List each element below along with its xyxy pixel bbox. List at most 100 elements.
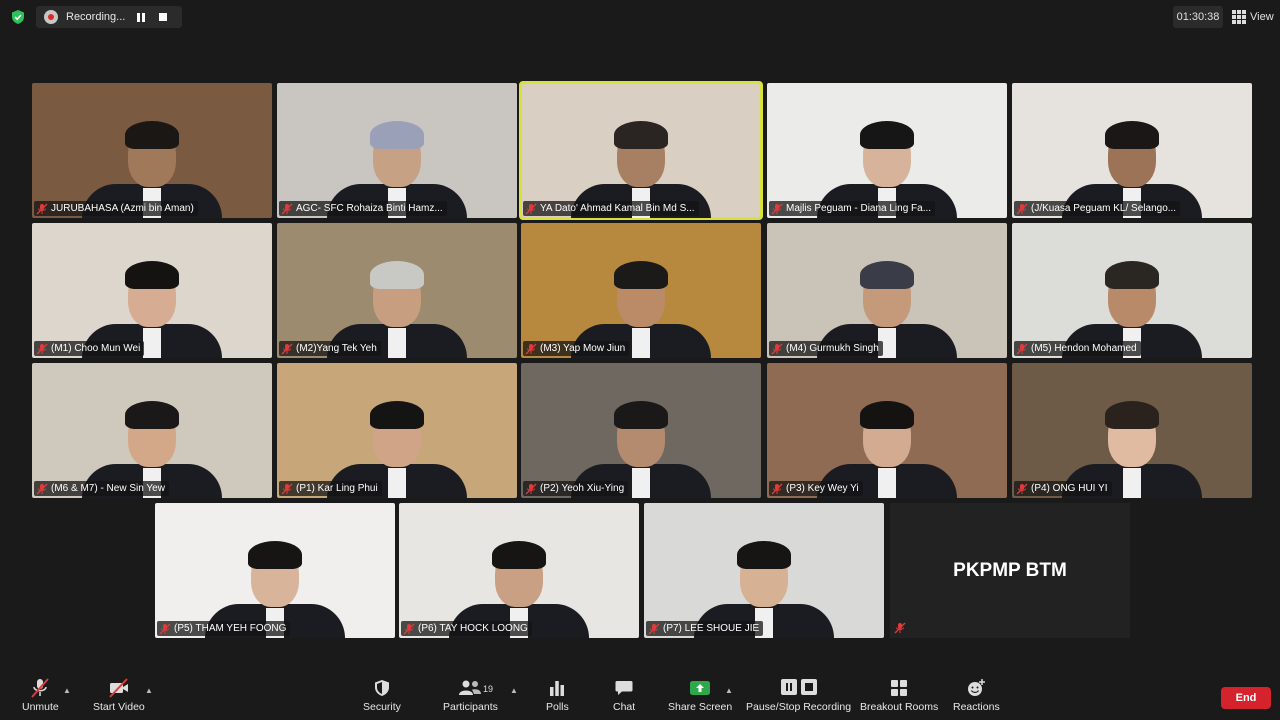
encryption-shield-icon[interactable]	[10, 9, 26, 25]
mic-muted-icon	[894, 622, 906, 634]
meeting-toolbar: Unmute ▲ Start Video ▲ Security Particip…	[0, 672, 1280, 720]
video-tile[interactable]: (P7) LEE SHOUE JIE	[644, 503, 884, 638]
participant-name: YA Dato' Ahmad Kamal Bin Md S...	[540, 203, 695, 214]
participant-name-tag: JURUBAHASA (Azmi bin Aman)	[34, 201, 198, 216]
share-screen-label: Share Screen	[668, 701, 733, 713]
participant-hair	[614, 401, 668, 429]
participant-video	[817, 223, 957, 358]
participant-hair	[860, 401, 914, 429]
participant-hair	[1105, 401, 1159, 429]
polls-icon	[550, 681, 565, 696]
participant-video	[1062, 83, 1202, 218]
reactions-label: Reactions	[953, 701, 1000, 713]
video-tile[interactable]: (P1) Kar Ling Phui	[277, 363, 517, 498]
video-tile[interactable]: (P4) ONG HUI YI	[1012, 363, 1252, 498]
video-tile[interactable]: (M5) Hendon Mohamed	[1012, 223, 1252, 358]
start-video-label: Start Video	[93, 701, 145, 713]
participant-name-tag: (M6 & M7) - New Sin Yew	[34, 481, 169, 496]
video-tile[interactable]: (M4) Gurmukh Singh	[767, 223, 1007, 358]
video-tile[interactable]: Majlis Peguam - Diana Ling Fa...	[767, 83, 1007, 218]
participant-video	[327, 83, 467, 218]
participant-video	[817, 83, 957, 218]
recording-dot-icon	[44, 10, 58, 24]
participant-video	[449, 503, 589, 638]
participant-name-tag: (P2) Yeoh Xiu-Ying	[523, 481, 629, 496]
video-tile[interactable]: YA Dato' Ahmad Kamal Bin Md S...	[519, 81, 763, 220]
participant-name-tag: (P4) ONG HUI YI	[1014, 481, 1112, 496]
participant-name: (M3) Yap Mow Jiun	[540, 343, 626, 354]
participant-name: (M6 & M7) - New Sin Yew	[51, 483, 165, 494]
security-button[interactable]: Security	[363, 678, 401, 713]
video-tile[interactable]: (J/Kuasa Peguam KL/ Selango...	[1012, 83, 1252, 218]
end-meeting-button[interactable]: End	[1221, 687, 1271, 709]
polls-button[interactable]: Polls	[546, 678, 569, 713]
video-tile[interactable]: (P3) Key Wey Yi	[767, 363, 1007, 498]
participant-name-tag: (M4) Gurmukh Singh	[769, 341, 883, 356]
participant-name: (P4) ONG HUI YI	[1031, 483, 1108, 494]
video-tile-pkpmp[interactable]: PKPMP BTM	[890, 503, 1130, 638]
breakout-rooms-icon	[891, 680, 908, 696]
video-tile[interactable]: (P6) TAY HOCK LOONG	[399, 503, 639, 638]
mic-muted-icon	[525, 483, 537, 494]
participant-hair	[370, 121, 424, 149]
participants-options-caret[interactable]: ▲	[510, 686, 518, 695]
video-tile[interactable]: (P2) Yeoh Xiu-Ying	[521, 363, 761, 498]
video-tile[interactable]: (M2)Yang Tek Yeh	[277, 223, 517, 358]
unmute-button[interactable]: Unmute	[22, 678, 59, 713]
participant-video	[1062, 223, 1202, 358]
video-tile[interactable]: (M3) Yap Mow Jiun	[521, 223, 761, 358]
mic-muted-icon	[403, 623, 415, 634]
start-video-button[interactable]: Start Video	[93, 678, 145, 713]
participant-hair	[737, 541, 791, 569]
stop-recording-button[interactable]	[154, 8, 172, 26]
view-button[interactable]: View	[1232, 6, 1274, 28]
chat-label: Chat	[613, 701, 636, 713]
video-tile[interactable]: (M1) Choo Mun Wei	[32, 223, 272, 358]
participant-name-tag: (P6) TAY HOCK LOONG	[401, 621, 532, 636]
mic-muted-icon	[1016, 203, 1028, 214]
participant-name-tag: (P3) Key Wey Yi	[769, 481, 863, 496]
participant-video	[82, 223, 222, 358]
reactions-icon	[968, 679, 986, 696]
breakout-rooms-button[interactable]: Breakout Rooms	[860, 678, 938, 713]
participant-name: (M1) Choo Mun Wei	[51, 343, 141, 354]
video-options-caret[interactable]: ▲	[145, 686, 153, 695]
participant-video	[82, 363, 222, 498]
collar	[632, 468, 650, 498]
participant-name-tag: Majlis Peguam - Diana Ling Fa...	[769, 201, 936, 216]
mic-muted-icon	[648, 623, 660, 634]
participant-video	[571, 363, 711, 498]
mic-muted-icon	[525, 343, 537, 354]
video-tile[interactable]: AGC- SFC Rohaiza Binti Hamz...	[277, 83, 517, 218]
video-tile[interactable]: JURUBAHASA (Azmi bin Aman)	[32, 83, 272, 218]
share-screen-button[interactable]: Share Screen	[668, 678, 732, 713]
participant-video	[327, 223, 467, 358]
mic-muted-icon	[281, 343, 293, 354]
reactions-button[interactable]: Reactions	[953, 678, 1000, 713]
video-tile[interactable]: (M6 & M7) - New Sin Yew	[32, 363, 272, 498]
participant-name: (P2) Yeoh Xiu-Ying	[540, 483, 625, 494]
participant-video	[1062, 363, 1202, 498]
participant-name-tag: AGC- SFC Rohaiza Binti Hamz...	[279, 201, 447, 216]
participant-video	[817, 363, 957, 498]
participant-name: (P7) LEE SHOUE JIE	[663, 623, 760, 634]
participants-icon	[459, 680, 482, 695]
participant-name: (M5) Hendon Mohamed	[1031, 343, 1137, 354]
participant-hair	[125, 261, 179, 289]
chat-button[interactable]: Chat	[613, 678, 635, 713]
pause-recording-button[interactable]	[132, 8, 150, 26]
participant-name-tag: YA Dato' Ahmad Kamal Bin Md S...	[523, 201, 699, 216]
participants-count: 19	[483, 684, 494, 694]
collar	[1123, 468, 1141, 498]
mic-muted-icon	[771, 203, 783, 214]
video-tile[interactable]: (P5) THAM YEH FOONG	[155, 503, 395, 638]
pause-stop-recording-button[interactable]: Pause/Stop Recording	[746, 678, 851, 713]
participant-video	[205, 503, 345, 638]
collar	[632, 328, 650, 358]
share-screen-icon	[690, 681, 711, 695]
participant-name: (M2)Yang Tek Yeh	[296, 343, 377, 354]
audio-options-caret[interactable]: ▲	[63, 686, 71, 695]
collar	[388, 468, 406, 498]
share-options-caret[interactable]: ▲	[725, 686, 733, 695]
participant-name-tag: (P7) LEE SHOUE JIE	[646, 621, 764, 636]
